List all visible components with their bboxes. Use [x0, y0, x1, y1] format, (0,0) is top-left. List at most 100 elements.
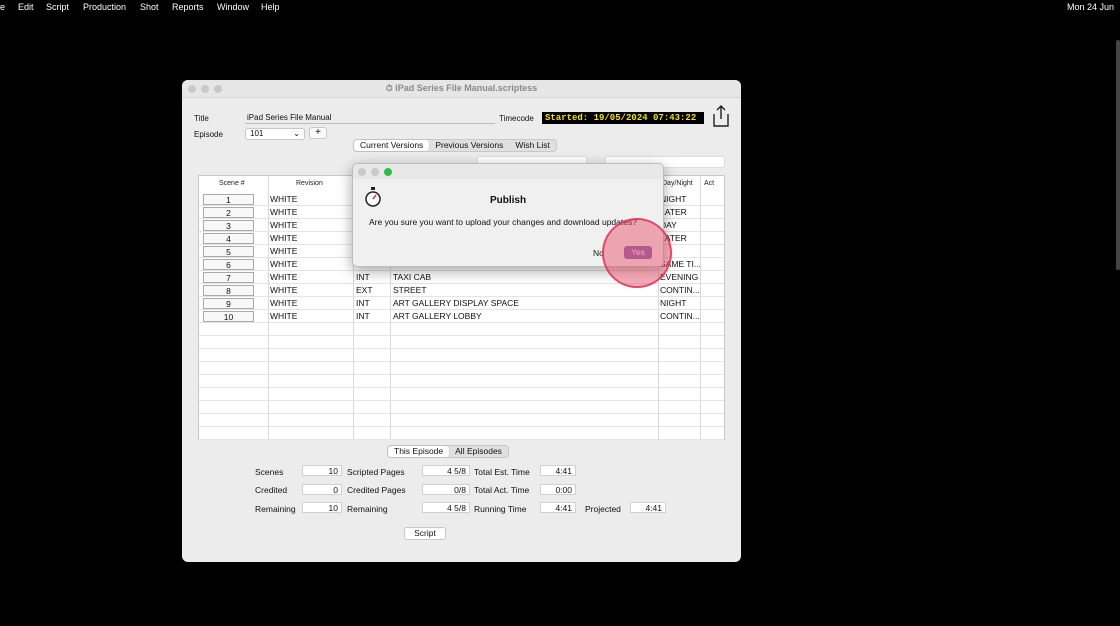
empty-row: [199, 388, 724, 401]
window-title: ⏱ iPad Series File Manual.scriptess: [182, 83, 741, 94]
revision-cell: WHITE: [270, 272, 298, 282]
location-cell: ART GALLERY LOBBY: [393, 311, 482, 321]
day-night-cell: DAY: [660, 220, 677, 230]
title-label: Title: [194, 114, 209, 123]
running-time-label: Running Time: [474, 504, 527, 514]
scene-number-cell: 1: [203, 194, 254, 205]
menu-edit[interactable]: Edit: [18, 2, 34, 12]
tab-this-episode[interactable]: This Episode: [388, 446, 450, 457]
episode-select[interactable]: 101 ⌄: [245, 128, 305, 140]
version-tabs: Current Versions Previous Versions Wish …: [353, 139, 557, 152]
empty-row: [199, 401, 724, 414]
script-button[interactable]: Script: [404, 527, 446, 540]
minimize-dialog-button[interactable]: [371, 168, 379, 176]
day-night-cell: CONTIN...: [660, 285, 700, 295]
main-window: ⏱ iPad Series File Manual.scriptess Titl…: [182, 80, 741, 562]
menu-shot[interactable]: Shot: [140, 2, 159, 12]
revision-cell: WHITE: [270, 246, 298, 256]
tab-wish-list[interactable]: Wish List: [509, 140, 555, 151]
add-episode-button[interactable]: +: [309, 127, 327, 139]
day-night-cell: NIGHT: [660, 298, 687, 308]
empty-row: [199, 323, 724, 336]
menu-script[interactable]: Script: [46, 2, 69, 12]
tab-current-versions[interactable]: Current Versions: [354, 140, 430, 151]
remaining-pages-label: Remaining: [347, 504, 388, 514]
table-row[interactable]: 9 WHITE INT ART GALLERY DISPLAY SPACE NIGHT: [199, 297, 724, 310]
credited-label: Credited: [255, 485, 288, 495]
menu-window[interactable]: Window: [217, 2, 249, 12]
menu-reports[interactable]: Reports: [172, 2, 204, 12]
location-cell: TAXI CAB: [393, 272, 432, 282]
tab-previous-versions[interactable]: Previous Versions: [429, 140, 509, 151]
day-night-cell: CONTIN...: [660, 311, 700, 321]
running-time-value: 4:41: [540, 502, 576, 513]
scene-number-cell: 8: [203, 285, 254, 296]
remaining-pages-value: 4 5/8: [422, 502, 470, 513]
header-scene[interactable]: Scene #: [219, 180, 245, 187]
menu-bar: e Edit Script Production Shot Reports Wi…: [0, 0, 1120, 15]
revision-cell: WHITE: [270, 298, 298, 308]
revision-cell: WHITE: [270, 311, 298, 321]
header-day-night[interactable]: Day/Night: [662, 180, 693, 187]
day-night-cell: LATER: [660, 207, 687, 217]
close-dialog-button[interactable]: [358, 168, 366, 176]
document-icon: ⏱: [385, 83, 393, 93]
empty-row: [199, 427, 724, 440]
scene-number-cell: 7: [203, 272, 254, 283]
timecode-label: Timecode: [499, 114, 534, 123]
revision-cell: WHITE: [270, 233, 298, 243]
scene-number-cell: 4: [203, 233, 254, 244]
int-ext-cell: INT: [356, 298, 370, 308]
scenes-value: 10: [302, 465, 342, 476]
total-est-time-value: 4:41: [540, 465, 576, 476]
menu-app[interactable]: e: [0, 2, 5, 12]
location-cell: ART GALLERY DISPLAY SPACE: [393, 298, 519, 308]
int-ext-cell: INT: [356, 311, 370, 321]
revision-cell: WHITE: [270, 194, 298, 204]
scripted-pages-value: 4 5/8: [422, 465, 470, 476]
table-row[interactable]: 10 WHITE INT ART GALLERY LOBBY CONTIN...: [199, 310, 724, 323]
dialog-titlebar: [353, 164, 663, 179]
total-act-time-value: 0:00: [540, 484, 576, 495]
credited-value: 0: [302, 484, 342, 495]
header-revision[interactable]: Revision: [296, 180, 323, 187]
projected-label: Projected: [585, 504, 621, 514]
empty-row: [199, 336, 724, 349]
empty-row: [199, 375, 724, 388]
empty-row: [199, 414, 724, 427]
timecode-display: Started: 19/05/2024 07:43:22: [542, 112, 704, 124]
episode-select-value: 101: [250, 129, 264, 138]
day-night-cell: NIGHT: [660, 194, 687, 204]
episode-scope-tabs: This Episode All Episodes: [387, 445, 509, 458]
revision-cell: WHITE: [270, 285, 298, 295]
total-est-time-label: Total Est. Time: [474, 467, 530, 477]
menu-clock: Mon 24 Jun: [1066, 2, 1114, 12]
credited-pages-label: Credited Pages: [347, 485, 406, 495]
int-ext-cell: EXT: [356, 285, 373, 295]
location-cell: STREET: [393, 285, 427, 295]
chevron-down-icon: ⌄: [293, 129, 300, 138]
scene-number-cell: 10: [203, 311, 254, 322]
window-titlebar: ⏱ iPad Series File Manual.scriptess: [182, 80, 741, 98]
int-ext-cell: INT: [356, 272, 370, 282]
zoom-dialog-button[interactable]: [384, 168, 392, 176]
share-icon[interactable]: [710, 104, 732, 128]
dialog-message: Are you sure you want to upload your cha…: [369, 217, 637, 227]
title-field[interactable]: iPad Series File Manual: [247, 113, 331, 122]
dialog-title: Publish: [489, 195, 527, 206]
scene-number-cell: 5: [203, 246, 254, 257]
projected-value: 4:41: [630, 502, 666, 513]
menu-production[interactable]: Production: [83, 2, 126, 12]
scene-number-cell: 6: [203, 259, 254, 270]
scripted-pages-label: Scripted Pages: [347, 467, 405, 477]
day-night-cell: EVENING: [660, 272, 699, 282]
window-title-text: iPad Series File Manual.scriptess: [395, 83, 538, 93]
header-act[interactable]: Act: [704, 180, 714, 187]
tab-all-episodes[interactable]: All Episodes: [449, 446, 508, 457]
empty-row: [199, 349, 724, 362]
background-window-edge: [1116, 40, 1120, 270]
episode-label: Episode: [194, 130, 223, 139]
click-highlight: [602, 218, 672, 288]
revision-cell: WHITE: [270, 220, 298, 230]
menu-help[interactable]: Help: [261, 2, 280, 12]
